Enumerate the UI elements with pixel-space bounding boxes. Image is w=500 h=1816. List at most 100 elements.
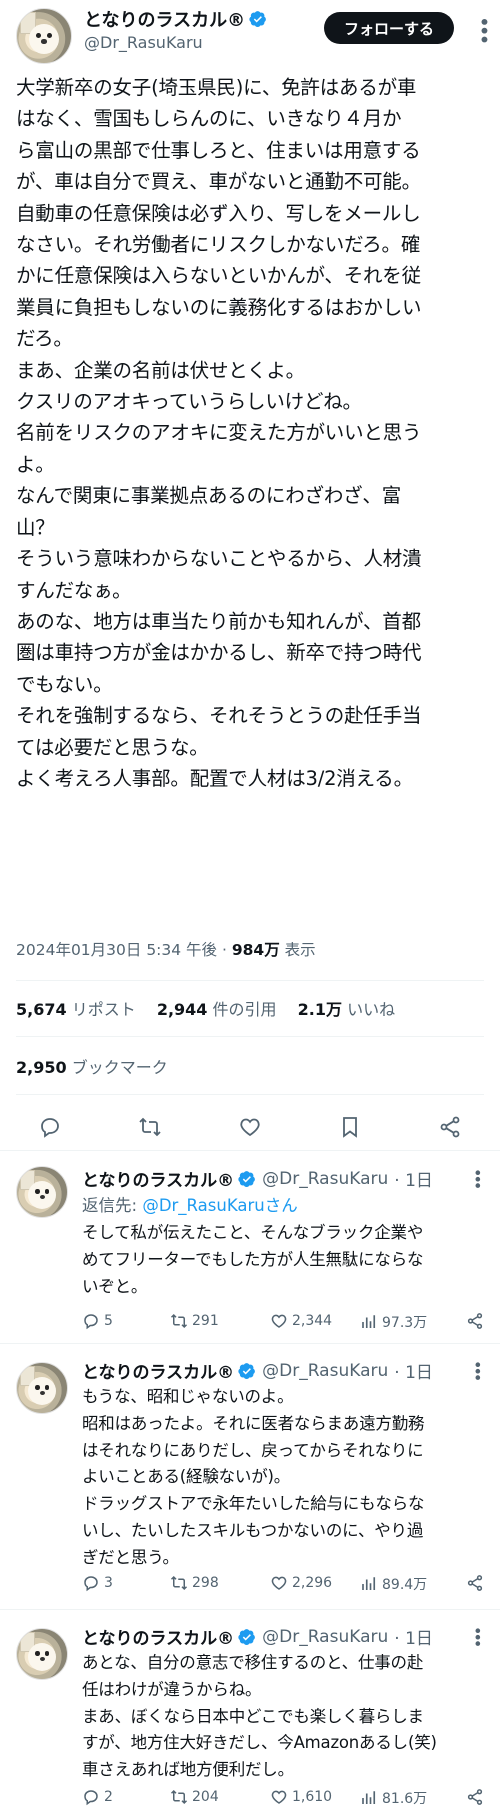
author-handle[interactable]: @Dr_RasuKaru [84, 33, 203, 52]
author-name[interactable]: となりのラスカル® [82, 1358, 234, 1383]
reply-line: ドラッグストアで永年たいした給与にもならな [82, 1494, 425, 1514]
action-bar [0, 1105, 500, 1149]
tweet-line: 自動車の任意保険は必ず入り、写しをメールし [16, 201, 421, 225]
share-icon [467, 1575, 483, 1591]
author-handle[interactable]: @Dr_RasuKaru [262, 1169, 388, 1189]
reply-to: 返信先: @Dr_RasuKaruさん [82, 1192, 298, 1216]
reply-line: よいことある(経験ないが)。 [82, 1467, 291, 1487]
quotes-count[interactable]: 2,944 [157, 1000, 208, 1019]
views-icon [362, 1315, 376, 1328]
like-button[interactable]: 1,610 [270, 1788, 332, 1806]
like-icon [271, 1790, 287, 1804]
reply-tweet[interactable]: となりのラスカル® @Dr_RasuKaru · 1日 ••• 返信先: @Dr… [0, 1152, 500, 1344]
like-icon[interactable] [234, 1111, 266, 1143]
reply-to-prefix: 返信先: [82, 1196, 143, 1215]
tweet-header: となりのラスカル® @Dr_RasuKaru フォローする ••• [0, 0, 500, 64]
like-icon [271, 1576, 287, 1590]
timestamp[interactable]: 2024年01月30日 5:34 午後 [16, 941, 217, 959]
avatar[interactable] [16, 1362, 68, 1414]
reply-actions: 2 204 1,610 81.6万 [82, 1788, 492, 1812]
reply-line: ぎだと思う。 [82, 1547, 179, 1567]
reply-button[interactable]: 5 [82, 1312, 113, 1330]
tweet-line: そういう意味わからないことやるから、人材潰 [16, 547, 422, 571]
tweet-line: だろ。 [16, 327, 73, 351]
bookmark-stats: 2,950 ブックマーク [16, 1054, 168, 1078]
reply-button[interactable]: 3 [82, 1574, 113, 1592]
tweet-line: 大学新卒の女子(埼玉県民)に、免許はあるが車 [16, 76, 417, 99]
more-options-icon[interactable]: ••• [468, 1360, 487, 1379]
avatar[interactable] [16, 1166, 68, 1218]
repost-button[interactable]: 204 [170, 1788, 219, 1806]
divider [16, 1094, 484, 1095]
reply-to-mention[interactable]: @Dr_RasuKaruさん [142, 1196, 297, 1215]
likes-count[interactable]: 2.1万 [298, 1000, 342, 1019]
reply-header: となりのラスカル® @Dr_RasuKaru · 1日 [82, 1358, 433, 1384]
tweet-line: なんで関東に事業拠点あるのにわざわざ、富 [16, 484, 402, 508]
reply-tweet[interactable]: となりのラスカル® @Dr_RasuKaru · 1日 ••• あとな、自分の意… [0, 1610, 500, 1816]
quotes-label[interactable]: 件の引用 [213, 1000, 277, 1019]
bookmark-icon[interactable] [334, 1111, 366, 1143]
tweet-line: クスリのアオキっていうらしいけどね。 [16, 390, 362, 414]
reply-time[interactable]: · 1日 [394, 1358, 433, 1383]
author-name[interactable]: となりのラスカル® [84, 6, 267, 32]
reply-icon [84, 1790, 98, 1806]
reply-body: そして私が伝えたこと、そんなブラック企業や めてフリーターでもした方が人生無駄に… [82, 1220, 492, 1300]
repost-icon[interactable] [134, 1111, 166, 1143]
follow-button[interactable]: フォローする [324, 12, 454, 44]
like-count: 2,344 [292, 1313, 333, 1329]
more-options-icon[interactable]: ••• [468, 1168, 487, 1187]
author-handle[interactable]: @Dr_RasuKaru [262, 1627, 388, 1647]
likes-label[interactable]: いいね [347, 1000, 395, 1019]
share-button[interactable] [466, 1574, 484, 1592]
repost-icon [170, 1575, 188, 1591]
author-name[interactable]: となりのラスカル® [82, 1624, 234, 1649]
tweet-line: ては必要だと思うな。 [16, 735, 209, 759]
reply-tweet[interactable]: となりのラスカル® @Dr_RasuKaru · 1日 ••• もうな、昭和じゃ… [0, 1344, 500, 1610]
views-count: 97.3万 [382, 1315, 428, 1331]
reply-line: そして私が伝えたこと、そんなブラック企業や [82, 1223, 424, 1242]
reply-line: はそれなりにありだし、戻ってからそれなりに [82, 1440, 424, 1460]
share-button[interactable] [466, 1312, 484, 1330]
reposts-count[interactable]: 5,674 [16, 1000, 67, 1019]
tweet-line: 山？ [16, 515, 55, 539]
reply-time[interactable]: · 1日 [394, 1624, 433, 1649]
bookmarks-count[interactable]: 2,950 [16, 1058, 67, 1077]
repost-button[interactable]: 291 [170, 1312, 219, 1330]
like-button[interactable]: 2,344 [270, 1312, 332, 1330]
author-handle[interactable]: @Dr_RasuKaru [262, 1361, 388, 1381]
repost-icon [170, 1313, 188, 1329]
author-name[interactable]: となりのラスカル® [82, 1166, 234, 1191]
like-count: 1,610 [292, 1789, 333, 1805]
reply-body: あとな、自分の意志で移住するのと、仕事の赴 任はわけが違うからね。 まあ、ぼくな… [82, 1650, 492, 1784]
reply-icon[interactable] [34, 1111, 66, 1143]
avatar[interactable] [16, 1628, 68, 1680]
share-icon[interactable] [434, 1111, 466, 1143]
divider [16, 1036, 484, 1037]
more-options-icon[interactable]: ••• [472, 16, 496, 42]
repost-count: 291 [192, 1313, 219, 1329]
like-button[interactable]: 2,296 [270, 1574, 332, 1592]
reply-button[interactable]: 2 [82, 1788, 113, 1806]
views-button[interactable]: 89.4万 [360, 1574, 427, 1594]
views-button[interactable]: 97.3万 [360, 1312, 427, 1332]
share-button[interactable] [466, 1788, 484, 1806]
tweet-line: 業員に負担もしないのに義務化するはおかしい [16, 295, 422, 319]
views-button[interactable]: 81.6万 [360, 1788, 427, 1808]
tweet-line: あのな、地方は車当たり前かも知れんが、首都 [16, 609, 421, 633]
repost-button[interactable]: 298 [170, 1574, 219, 1592]
more-options-icon[interactable]: ••• [468, 1626, 487, 1645]
reply-line: まあ、ぼくなら日本中どこでも楽しく暮らしま [82, 1706, 424, 1726]
avatar[interactable] [16, 8, 72, 64]
tweet-line: はなく、雪国もしらんのに、いきなり４月か [16, 107, 402, 131]
tweet-line: ら富山の黒部で仕事しろと、住まいは用意する [16, 138, 421, 162]
verified-badge-icon [238, 1628, 256, 1645]
repost-count: 298 [192, 1575, 219, 1591]
reposts-label[interactable]: リポスト [72, 1000, 136, 1019]
bookmarks-label[interactable]: ブックマーク [72, 1058, 168, 1077]
reply-header: となりのラスカル® @Dr_RasuKaru · 1日 [82, 1166, 433, 1192]
tweet-line: が、車は自分で買え、車がないと通勤不可能。 [16, 170, 421, 194]
author-name-text[interactable]: となりのラスカル® [84, 6, 245, 32]
reply-time[interactable]: · 1日 [394, 1166, 433, 1191]
separator-dot: · [222, 941, 232, 959]
engagement-stats: 5,674 リポスト 2,944 件の引用 2.1万 いいね [16, 996, 411, 1020]
